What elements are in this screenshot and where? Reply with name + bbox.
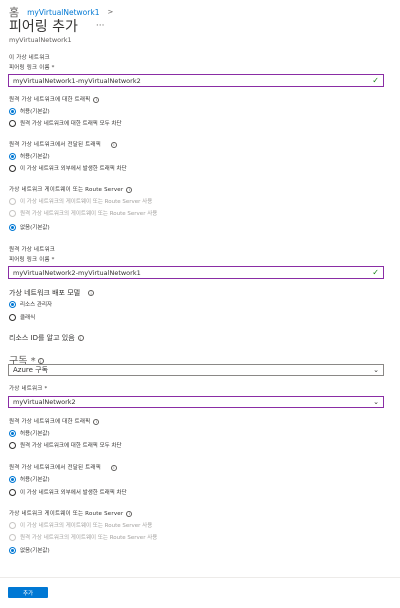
remote-link-name-value: myVirtualNetwork2-myVirtualNetwork1 <box>13 268 141 277</box>
remote-forwarded-block[interactable]: 이 가상 네트워크 외부에서 발생한 트래픽 차단 <box>9 488 127 496</box>
radio-selected-icon <box>9 152 16 160</box>
this-link-name-input[interactable]: myVirtualNetwork1-myVirtualNetwork2 ✓ <box>8 74 384 87</box>
radio-icon <box>9 209 16 217</box>
page-title: 피어링 추가 <box>9 19 78 35</box>
subscription-value: Azure 구독 <box>13 366 49 374</box>
this-link-name-label: 피어링 링크 이름 * <box>9 65 55 71</box>
radio-icon <box>9 119 16 127</box>
deploy-model-classic[interactable]: 클래식 <box>9 313 35 321</box>
this-remote-access-label: 원격 가상 네트워크에 대한 트래픽 i <box>9 95 100 103</box>
remote-remote-access-allow[interactable]: 허용(기본값) <box>9 429 50 437</box>
remote-gateway-none[interactable]: 없음(기본값) <box>9 546 50 554</box>
radio-selected-icon <box>9 546 16 554</box>
radio-icon <box>9 197 16 205</box>
info-icon[interactable]: i <box>88 290 95 296</box>
info-icon[interactable]: i <box>93 96 100 103</box>
radio-selected-icon <box>9 300 16 308</box>
info-icon[interactable]: i <box>126 510 133 517</box>
remote-forwarded-label: 원격 가상 네트워크에서 전달된 트래픽 i <box>9 463 117 471</box>
chevron-down-icon: ⌄ <box>373 398 379 406</box>
page-subtitle: myVirtualNetwork1 <box>9 36 72 44</box>
this-gateway-use-remote[interactable]: 원격 가상 네트워크의 게이트웨이 또는 Route Server 사용 <box>9 209 157 217</box>
page-title-row: 피어링 추가 ··· <box>9 16 104 36</box>
deploy-model-label: 가상 네트워크 배포 모델 i <box>9 288 95 298</box>
this-forwarded-block[interactable]: 이 가상 네트워크 외부에서 발생한 트래픽 차단 <box>9 164 127 172</box>
this-forwarded-allow[interactable]: 허용(기본값) <box>9 152 50 160</box>
deploy-model-resource-manager[interactable]: 리소스 관리자 <box>9 300 52 308</box>
vnet-label: 가상 네트워크 * <box>9 386 48 392</box>
info-icon[interactable]: i <box>110 464 117 471</box>
info-icon[interactable]: i <box>126 186 133 193</box>
remote-gateway-use-remote[interactable]: 원격 가상 네트워크의 게이트웨이 또는 Route Server 사용 <box>9 533 157 541</box>
remote-gateway-label: 가상 네트워크 게이트웨이 또는 Route Server i <box>9 509 133 517</box>
remote-link-name-label: 피어링 링크 이름 * <box>9 257 55 263</box>
chevron-down-icon: ⌄ <box>373 366 379 374</box>
this-link-name-value: myVirtualNetwork1-myVirtualNetwork2 <box>13 76 141 85</box>
radio-selected-icon <box>9 107 16 115</box>
radio-icon <box>9 533 16 541</box>
this-remote-access-allow[interactable]: 허용(기본값) <box>9 107 50 115</box>
radio-icon <box>9 488 16 496</box>
chevron-right-icon: > <box>107 8 114 16</box>
remote-remote-access-label: 원격 가상 네트워크에 대한 트래픽 i <box>9 417 100 425</box>
this-remote-access-block[interactable]: 원격 가상 네트워크에 대한 트래픽 모두 차단 <box>9 119 122 127</box>
this-gateway-none[interactable]: 없음(기본값) <box>9 223 50 231</box>
info-icon[interactable]: i <box>110 141 117 148</box>
remote-vnet-section-label: 원격 가상 네트워크 <box>9 247 55 253</box>
radio-selected-icon <box>9 223 16 231</box>
radio-icon <box>9 521 16 529</box>
checkmark-icon: ✓ <box>372 76 379 85</box>
remote-gateway-use-this[interactable]: 이 가상 네트워크의 게이트웨이 또는 Route Server 사용 <box>9 521 152 529</box>
vnet-value: myVirtualNetwork2 <box>13 398 76 406</box>
radio-selected-icon <box>9 429 16 437</box>
subscription-dropdown[interactable]: Azure 구독 ⌄ <box>8 364 384 376</box>
add-button[interactable]: 추가 <box>8 587 48 598</box>
checkmark-icon: ✓ <box>372 268 379 277</box>
this-forwarded-label: 원격 가상 네트워크에서 전달된 트래픽 i <box>9 140 117 148</box>
this-gateway-label: 가상 네트워크 게이트웨이 또는 Route Server i <box>9 185 133 193</box>
radio-icon <box>9 441 16 449</box>
remote-remote-access-block[interactable]: 원격 가상 네트워크에 대한 트래픽 모두 차단 <box>9 441 122 449</box>
more-options-icon[interactable]: ··· <box>96 21 105 31</box>
radio-selected-icon <box>9 475 16 483</box>
resource-id-checkbox[interactable]: 리소스 ID를 알고 있음 i <box>9 333 84 343</box>
remote-link-name-input[interactable]: myVirtualNetwork2-myVirtualNetwork1 ✓ <box>8 266 384 279</box>
remote-forwarded-allow[interactable]: 허용(기본값) <box>9 475 50 483</box>
info-icon[interactable]: i <box>77 335 84 341</box>
radio-icon <box>9 164 16 172</box>
info-icon[interactable]: i <box>93 418 100 425</box>
this-vnet-section-label: 이 가상 네트워크 <box>9 55 50 61</box>
footer-divider <box>0 577 400 578</box>
this-gateway-use-this[interactable]: 이 가상 네트워크의 게이트웨이 또는 Route Server 사용 <box>9 197 152 205</box>
vnet-dropdown[interactable]: myVirtualNetwork2 ⌄ <box>8 396 384 408</box>
radio-icon <box>9 313 16 321</box>
